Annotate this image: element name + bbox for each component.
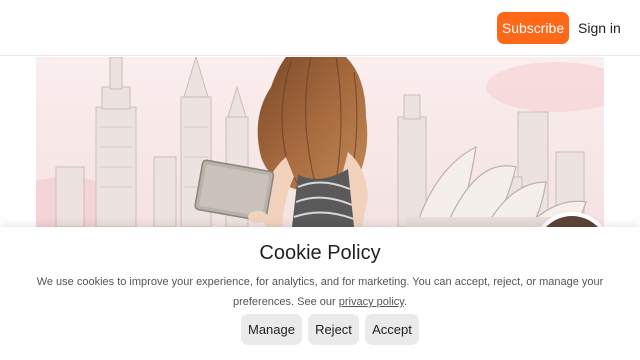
hero-illustration [36,57,604,227]
cookie-text-before: We use cookies to improve your experienc… [36,276,604,308]
privacy-policy-link[interactable]: privacy policy [339,296,404,308]
manage-button[interactable]: Manage [241,314,302,345]
cookie-description: We use cookies to improve your experienc… [36,272,604,312]
accept-button[interactable]: Accept [365,314,419,345]
cookie-title: Cookie Policy [259,242,381,264]
cookie-text-after: . [403,296,408,308]
subscribe-button[interactable]: Subscribe [497,12,569,44]
cookie-banner: Cookie Policy We use cookies to improve … [0,227,640,360]
reject-button[interactable]: Reject [308,314,359,345]
site-header: Subscribe Sign in [0,0,640,56]
hero-image [36,57,604,227]
sign-in-link[interactable]: Sign in [578,12,621,44]
